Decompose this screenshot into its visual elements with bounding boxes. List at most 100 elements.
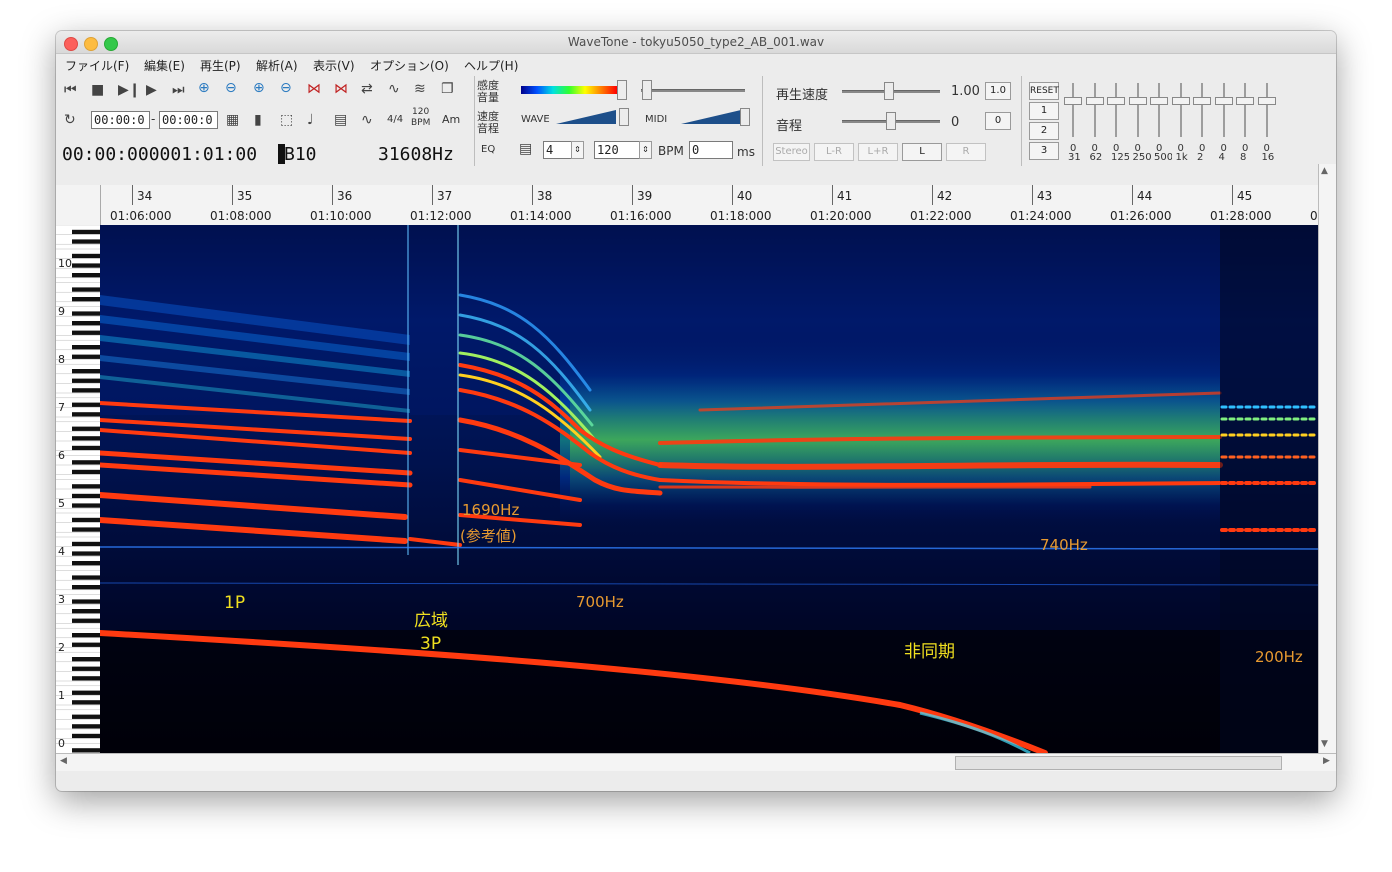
black-key[interactable] (72, 354, 100, 359)
zoom-out-vertical-icon[interactable]: ⊖ (280, 80, 292, 96)
bpm-bottom-label[interactable]: BPM (411, 118, 430, 128)
eq-band-thumb-250[interactable] (1128, 97, 1147, 105)
wave-level-ramp[interactable] (556, 109, 618, 125)
black-key[interactable] (72, 273, 100, 278)
eq-band-thumb-31[interactable] (1064, 97, 1082, 105)
speed-reset-button[interactable]: 1.0 (985, 82, 1011, 100)
menu-analyze[interactable]: 解析(A) (256, 57, 298, 74)
black-key[interactable] (72, 402, 100, 407)
menu-view[interactable]: 表示(V) (313, 57, 355, 74)
playback-speed-thumb[interactable] (884, 82, 894, 100)
spectrogram-view[interactable]: 1P 広域 3P 1690Hz (参考値) 700Hz 740Hz 非同期 20… (97, 225, 1320, 756)
eq-band-thumb-8[interactable] (1236, 97, 1254, 105)
black-key[interactable] (72, 733, 100, 739)
eq-band-slider-4[interactable] (1222, 83, 1225, 137)
left-channel-button[interactable]: L (902, 143, 942, 161)
time-signature-button[interactable]: 4/4 (387, 114, 403, 125)
sensitivity-thumb[interactable] (617, 80, 627, 100)
select-icon[interactable]: ⬚ (280, 112, 293, 128)
book-icon[interactable]: ❐ (441, 81, 454, 97)
black-key[interactable] (72, 345, 100, 350)
contract-icon[interactable]: ⋈ (334, 81, 348, 97)
stop-icon[interactable]: ■ (91, 82, 104, 98)
black-key[interactable] (72, 229, 100, 235)
scroll-left-arrow-icon[interactable]: ◀ (60, 756, 67, 766)
zoom-out-horizontal-icon[interactable]: ⊖ (225, 80, 237, 96)
eq-band-thumb-16[interactable] (1257, 97, 1276, 105)
eq-band-slider-125[interactable] (1115, 83, 1117, 137)
menu-play[interactable]: 再生(P) (200, 57, 241, 74)
eq-band-slider-16[interactable] (1265, 83, 1268, 137)
black-key[interactable] (72, 575, 100, 580)
black-key[interactable] (72, 561, 100, 566)
eq-band-slider-31[interactable] (1072, 83, 1074, 137)
volume-slider-track[interactable] (641, 89, 745, 92)
black-key[interactable] (72, 426, 100, 431)
offset-ms-input[interactable]: 0 (689, 141, 733, 159)
spectrum-icon[interactable]: ≋ (414, 81, 426, 97)
eq-preset-3[interactable]: 3 (1029, 142, 1059, 160)
stereo-button[interactable]: Stereo (773, 143, 810, 161)
menu-file[interactable]: ファイル(F) (65, 57, 129, 74)
eq-reset-button[interactable]: RESET (1029, 82, 1059, 100)
layout-icon[interactable]: ▦ (226, 112, 239, 128)
black-key[interactable] (72, 436, 100, 441)
horizontal-scrollbar[interactable]: ◀ ▶ (56, 753, 1336, 771)
scroll-down-arrow-icon[interactable]: ▼ (1321, 739, 1328, 749)
rewind-icon[interactable]: ⏮ (64, 82, 77, 98)
midi-level-ramp[interactable] (681, 109, 743, 125)
note-icon[interactable]: ♩ (307, 112, 314, 128)
eq-band-slider-62[interactable] (1093, 83, 1096, 137)
black-key[interactable] (72, 657, 100, 662)
black-key[interactable] (72, 311, 100, 316)
range-start-input[interactable]: 00:00:0 (91, 111, 150, 129)
black-key[interactable] (72, 541, 100, 547)
black-key[interactable] (72, 666, 100, 671)
bpm-top-label[interactable]: 120 (412, 107, 429, 117)
eq-band-thumb-125[interactable] (1107, 97, 1125, 105)
time-ruler[interactable]: 34 35 36 37 38 39 40 41 42 43 44 45 01:06:000 01:08:0… (100, 185, 1318, 226)
vertical-scrollbar[interactable]: ▲ ▼ (1318, 164, 1336, 753)
zoom-in-vertical-icon[interactable]: ⊕ (253, 80, 265, 96)
black-key[interactable] (72, 503, 100, 508)
tempo-input[interactable]: 120 (594, 141, 642, 159)
chord-button[interactable]: Am (442, 113, 460, 126)
expand-icon[interactable]: ⋈ (307, 81, 321, 97)
midi-level-thumb[interactable] (740, 108, 750, 126)
black-key[interactable] (72, 609, 100, 614)
eq-band-thumb-2[interactable] (1193, 97, 1211, 105)
black-key[interactable] (72, 330, 100, 335)
black-key[interactable] (72, 445, 100, 451)
black-key[interactable] (72, 599, 100, 604)
beats-input[interactable]: 4 (543, 141, 573, 159)
right-channel-button[interactable]: R (946, 143, 986, 161)
black-key[interactable] (72, 369, 100, 374)
piano-keys[interactable]: 109876543210 (56, 224, 100, 753)
eq-band-slider-8[interactable] (1244, 83, 1246, 137)
scroll-up-arrow-icon[interactable]: ▲ (1321, 166, 1328, 176)
spectrogram-plot[interactable] (97, 225, 1320, 756)
black-key[interactable] (72, 690, 100, 695)
black-key[interactable] (72, 517, 100, 523)
pitch-reset-button[interactable]: 0 (985, 112, 1011, 130)
black-key[interactable] (72, 551, 100, 556)
black-key[interactable] (72, 412, 100, 417)
black-key[interactable] (72, 388, 100, 393)
eq-band-slider-2[interactable] (1201, 83, 1203, 137)
black-key[interactable] (72, 297, 100, 302)
marker-icon[interactable]: ▮ (254, 112, 262, 128)
waveform-icon[interactable]: ∿ (388, 81, 400, 97)
eq-band-thumb-4[interactable] (1214, 97, 1233, 105)
eq-band-thumb-500[interactable] (1150, 97, 1168, 105)
curve-icon[interactable]: ∿ (361, 112, 373, 128)
black-key[interactable] (72, 714, 100, 719)
black-key[interactable] (72, 484, 100, 489)
black-key[interactable] (72, 263, 100, 268)
eq-band-slider-1k[interactable] (1179, 83, 1182, 137)
black-key[interactable] (72, 321, 100, 326)
eq-band-slider-500[interactable] (1158, 83, 1160, 137)
beats-stepper[interactable]: ⇕ (571, 141, 584, 159)
volume-thumb[interactable] (642, 80, 652, 100)
black-key[interactable] (72, 527, 100, 532)
swap-icon[interactable]: ⇄ (361, 81, 373, 97)
